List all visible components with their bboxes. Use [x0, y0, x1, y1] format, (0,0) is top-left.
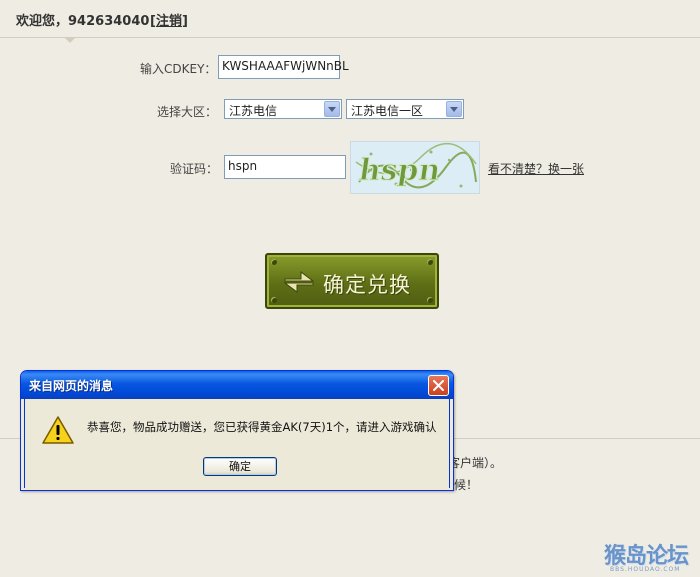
bg-text-line2: 候！ [454, 478, 479, 492]
confirm-exchange-label: 确定兑换 [323, 273, 411, 297]
confirm-exchange-button[interactable]: 确定兑换 [265, 253, 439, 309]
alert-dialog: 来自网页的消息 恭喜您，物品成功赠送，您已获得黄金AK(7天)1个，请进入游戏确… [20, 370, 454, 491]
header-notch [64, 37, 76, 43]
exchange-arrows-icon [281, 267, 317, 297]
user-id: 942634040 [68, 14, 150, 29]
bg-text-line1: 客户端）。 [448, 456, 503, 470]
ok-button[interactable]: 确定 [203, 457, 277, 476]
region-select[interactable]: 江苏电信 [224, 99, 342, 119]
chevron-down-icon[interactable] [324, 101, 340, 117]
rivet-top-right [427, 259, 433, 265]
captcha-noise: hspn [351, 142, 479, 193]
cdkey-input[interactable]: KWSHAAAFWjWNnBL [218, 55, 349, 79]
captcha-label: 验证码： [170, 162, 219, 176]
close-button[interactable] [428, 375, 449, 396]
captcha-input[interactable]: hspn [224, 155, 346, 179]
rivet-top-left [271, 259, 277, 265]
close-icon [433, 380, 444, 391]
top-bar: 欢迎您，942634040 [注销] [0, 0, 700, 38]
dialog-title: 来自网页的消息 [29, 379, 114, 393]
server-label: 选择大区： [157, 105, 218, 119]
region-select-value: 江苏电信 [229, 104, 278, 118]
welcome-text: 欢迎您，942634040 [16, 10, 149, 29]
dialog-titlebar[interactable]: 来自网页的消息 [21, 371, 453, 399]
refresh-captcha-link[interactable]: 看不清楚？换一张 [488, 160, 584, 177]
server-select[interactable]: 江苏电信一区 [346, 99, 464, 119]
logout-bracket-close: ] [181, 14, 188, 29]
cdkey-label: 输入CDKEY： [140, 62, 217, 76]
logout-link[interactable]: 注销 [156, 14, 182, 29]
captcha-image[interactable]: hspn [350, 141, 480, 194]
rivet-bottom-right [427, 297, 433, 303]
captcha-text: hspn [357, 153, 443, 188]
logout-wrap: [注销] [150, 10, 188, 29]
rivet-bottom-left [271, 297, 277, 303]
chevron-down-icon[interactable] [446, 101, 462, 117]
warning-icon [41, 415, 75, 448]
forum-watermark-url: BBS.HOUDAO.COM [610, 566, 681, 573]
welcome-label: 欢迎您， [16, 14, 69, 29]
server-select-value: 江苏电信一区 [351, 104, 424, 118]
dialog-body: 恭喜您，物品成功赠送，您已获得黄金AK(7天)1个，请进入游戏确认 确定 [24, 399, 450, 488]
dialog-message: 恭喜您，物品成功赠送，您已获得黄金AK(7天)1个，请进入游戏确认 [87, 420, 437, 434]
